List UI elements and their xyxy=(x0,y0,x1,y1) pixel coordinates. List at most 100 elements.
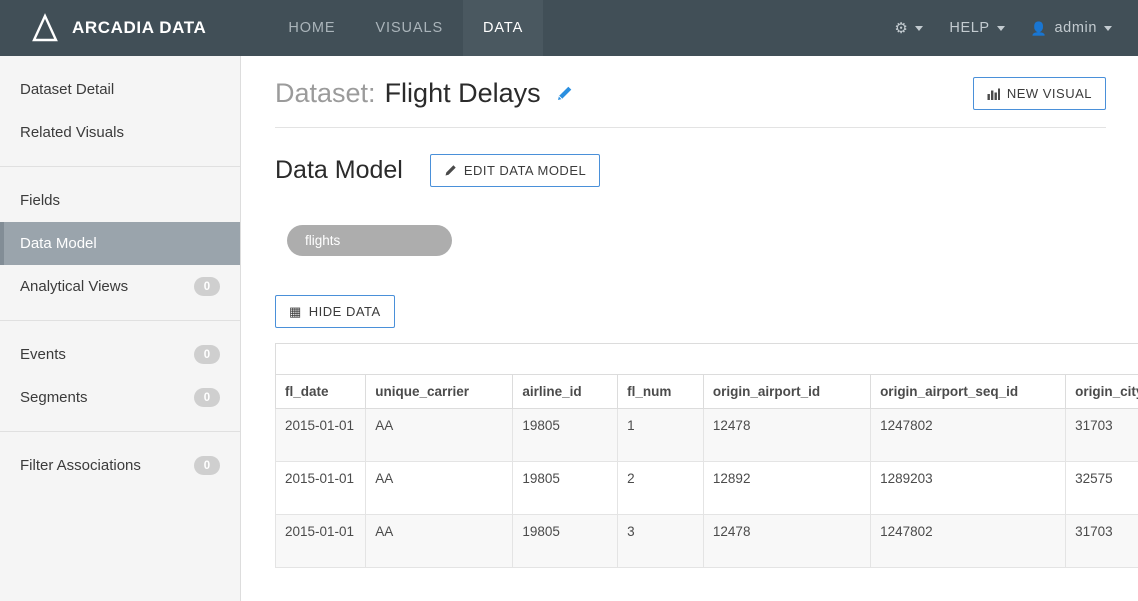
nav-item-visuals[interactable]: VISUALS xyxy=(355,0,463,56)
help-menu[interactable]: HELP xyxy=(949,20,1005,36)
cell-unique-carrier: AA xyxy=(365,514,514,568)
sidebar-group-3: Events 0 Segments 0 xyxy=(0,321,240,432)
hide-data-label: HIDE DATA xyxy=(308,304,381,319)
sidebar-group-4: Filter Associations 0 xyxy=(0,432,240,499)
gear-icon: ⚙ xyxy=(894,19,909,37)
app-root: ARCADIA DATA HOME VISUALS DATA ⚙ HELP 👤 … xyxy=(0,0,1138,601)
sidebar-item-label: Related Visuals xyxy=(20,124,124,141)
sidebar: Dataset Detail Related Visuals Fields Da… xyxy=(0,56,241,601)
table-row[interactable]: 2015-01-01 AA 19805 1 12478 1247802 3170… xyxy=(275,408,1138,462)
cell-origin-airport-id: 12478 xyxy=(702,514,872,568)
top-navigation-bar: ARCADIA DATA HOME VISUALS DATA ⚙ HELP 👤 … xyxy=(0,0,1138,56)
nav-item-data[interactable]: DATA xyxy=(463,0,544,56)
chevron-down-icon xyxy=(996,25,1005,31)
cell-fl-date: 2015-01-01 xyxy=(275,408,367,462)
page-title-prefix: Dataset: xyxy=(275,78,376,108)
cell-fl-num: 1 xyxy=(617,408,704,462)
cell-airline-id: 19805 xyxy=(512,514,619,568)
column-header-origin-city-market-id[interactable]: origin_city_market_id xyxy=(1065,374,1138,409)
sidebar-item-segments[interactable]: Segments 0 xyxy=(0,376,240,419)
hide-data-button[interactable]: ▦ HIDE DATA xyxy=(275,295,395,328)
column-header-fl-date[interactable]: fl_date xyxy=(275,374,367,409)
cell-origin-airport-seq-id: 1247802 xyxy=(870,514,1067,568)
user-menu[interactable]: 👤 admin xyxy=(1031,20,1112,36)
data-model-section-header: Data Model EDIT DATA MODEL xyxy=(242,128,1138,187)
new-visual-button[interactable]: NEW VISUAL xyxy=(972,77,1106,110)
table-body: 2015-01-01 AA 19805 1 12478 1247802 3170… xyxy=(275,408,1138,568)
sidebar-item-label: Segments xyxy=(20,389,88,406)
settings-menu[interactable]: ⚙ xyxy=(894,19,924,37)
nav-item-home[interactable]: HOME xyxy=(268,0,355,56)
page-title: Dataset: Flight Delays xyxy=(275,78,573,109)
cell-airline-id: 19805 xyxy=(512,461,619,515)
sidebar-item-dataset-detail[interactable]: Dataset Detail xyxy=(0,68,240,111)
bar-chart-icon xyxy=(987,88,1000,100)
cell-fl-date: 2015-01-01 xyxy=(275,461,367,515)
cell-unique-carrier: AA xyxy=(365,408,514,462)
sidebar-item-related-visuals[interactable]: Related Visuals xyxy=(0,111,240,154)
cell-origin-airport-seq-id: 1247802 xyxy=(870,408,1067,462)
sidebar-badge: 0 xyxy=(194,277,220,296)
chevron-down-icon xyxy=(1104,25,1112,31)
sidebar-badge: 0 xyxy=(194,456,220,475)
data-model-canvas: flights xyxy=(242,187,1138,256)
sidebar-item-label: Dataset Detail xyxy=(20,81,115,98)
sidebar-item-label: Analytical Views xyxy=(20,278,129,295)
cell-fl-num: 3 xyxy=(617,514,704,568)
column-header-origin-airport-id[interactable]: origin_airport_id xyxy=(702,374,872,409)
cell-origin-airport-seq-id: 1289203 xyxy=(870,461,1067,515)
table-row[interactable]: 2015-01-01 AA 19805 2 12892 1289203 3257… xyxy=(275,461,1138,515)
main-content: Dataset: Flight Delays NEW VISUAL Data M… xyxy=(242,56,1138,601)
page-header: Dataset: Flight Delays NEW VISUAL xyxy=(242,56,1138,110)
data-table-container: fl_date unique_carrier airline_id fl_num… xyxy=(275,343,1138,568)
table-head: fl_date unique_carrier airline_id fl_num… xyxy=(275,374,1138,409)
sidebar-item-analytical-views[interactable]: Analytical Views 0 xyxy=(0,265,240,308)
model-node-flights[interactable]: flights xyxy=(287,225,452,256)
sidebar-item-label: Fields xyxy=(20,192,61,209)
sidebar-group-1: Dataset Detail Related Visuals xyxy=(0,56,240,167)
column-header-airline-id[interactable]: airline_id xyxy=(512,374,619,409)
brand[interactable]: ARCADIA DATA xyxy=(0,0,206,56)
cell-unique-carrier: AA xyxy=(365,461,514,515)
column-header-unique-carrier[interactable]: unique_carrier xyxy=(365,374,514,409)
edit-data-model-button[interactable]: EDIT DATA MODEL xyxy=(429,154,601,187)
sidebar-item-label: Filter Associations xyxy=(20,457,141,474)
main-nav: HOME VISUALS DATA xyxy=(268,0,544,56)
cell-origin-airport-id: 12478 xyxy=(702,408,872,462)
section-title: Data Model xyxy=(275,156,403,184)
pencil-icon xyxy=(445,165,456,176)
cell-origin-city-market-id: 31703 xyxy=(1065,408,1138,462)
table-header-row: fl_date unique_carrier airline_id fl_num… xyxy=(275,374,1138,409)
page-title-name: Flight Delays xyxy=(384,78,541,108)
sidebar-item-filter-associations[interactable]: Filter Associations 0 xyxy=(0,444,240,487)
sidebar-item-label: Events xyxy=(20,346,66,363)
table-grid-icon: ▦ xyxy=(289,304,302,319)
user-icon: 👤 xyxy=(1030,20,1048,36)
sidebar-badge: 0 xyxy=(194,345,220,364)
table-toolbar xyxy=(275,343,1138,374)
cell-origin-city-market-id: 32575 xyxy=(1065,461,1138,515)
table-row[interactable]: 2015-01-01 AA 19805 3 12478 1247802 3170… xyxy=(275,514,1138,568)
column-header-fl-num[interactable]: fl_num xyxy=(617,374,704,409)
cell-airline-id: 19805 xyxy=(512,408,619,462)
edit-data-model-label: EDIT DATA MODEL xyxy=(463,163,587,178)
nav-right: ⚙ HELP 👤 admin xyxy=(894,0,1138,56)
column-header-origin-airport-seq-id[interactable]: origin_airport_seq_id xyxy=(870,374,1067,409)
sidebar-item-data-model[interactable]: Data Model xyxy=(0,222,240,265)
cell-fl-num: 2 xyxy=(617,461,704,515)
data-table: fl_date unique_carrier airline_id fl_num… xyxy=(275,374,1138,568)
model-node-label: flights xyxy=(305,233,341,248)
sidebar-item-fields[interactable]: Fields xyxy=(0,179,240,222)
cell-origin-city-market-id: 31703 xyxy=(1065,514,1138,568)
data-toggle-row: ▦ HIDE DATA xyxy=(242,256,1138,328)
help-label: HELP xyxy=(949,20,990,36)
cell-origin-airport-id: 12892 xyxy=(702,461,872,515)
sidebar-item-label: Data Model xyxy=(20,235,97,252)
sidebar-badge: 0 xyxy=(194,388,220,407)
cell-fl-date: 2015-01-01 xyxy=(275,514,367,568)
chevron-down-icon xyxy=(915,25,924,31)
pencil-icon[interactable] xyxy=(556,85,573,102)
brand-name: ARCADIA DATA xyxy=(72,18,207,37)
sidebar-item-events[interactable]: Events 0 xyxy=(0,333,240,376)
sidebar-group-2: Fields Data Model Analytical Views 0 xyxy=(0,167,240,321)
